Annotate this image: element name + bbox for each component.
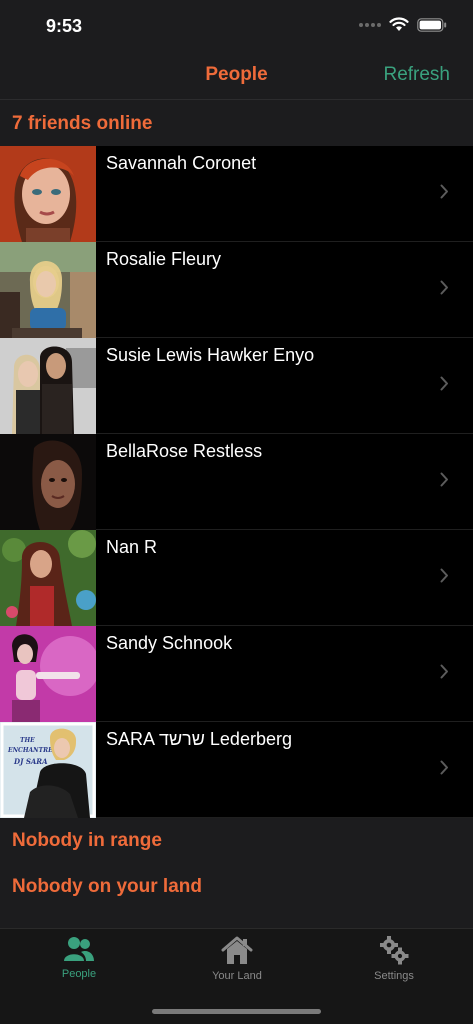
dj-sara-avatar: THE ENCHANTRESS DJ SARA (0, 722, 96, 818)
friend-name: SARA שרשד Lederberg (106, 729, 292, 749)
chevron-right-icon (440, 568, 448, 583)
section-header-on-land: Nobody on your land (0, 864, 473, 910)
friend-name: BellaRose Restless (106, 441, 263, 461)
friend-row[interactable]: Nan R (0, 530, 473, 626)
woman-in-garden-avatar (0, 530, 96, 626)
status-bar: 9:53 (0, 0, 473, 52)
house-icon (221, 936, 253, 964)
couple-avatar (0, 338, 96, 434)
friend-name: Rosalie Fleury (106, 249, 222, 269)
gears-icon (380, 936, 409, 965)
friend-name: Nan R (106, 537, 158, 557)
chevron-right-icon (440, 472, 448, 487)
navigation-bar: People Refresh (0, 52, 473, 100)
battery-icon (417, 17, 447, 32)
friend-row[interactable]: Rosalie Fleury (0, 242, 473, 338)
chevron-right-icon (440, 664, 448, 679)
tab-label-people: People (61, 968, 97, 980)
chevron-right-icon (440, 376, 448, 391)
tab-label-your-land: Your Land (212, 970, 262, 982)
section-title-on-land: Nobody on your land (12, 876, 202, 897)
status-time: 9:53 (46, 16, 83, 36)
dj-logo-line3: DJ SARA (13, 757, 48, 766)
friend-row[interactable]: Susie Lewis Hawker Enyo (0, 338, 473, 434)
section-header-in-range: Nobody in range (0, 818, 473, 864)
blonde-woman-seated-avatar (0, 242, 96, 338)
friend-name: Sandy Schnook (106, 633, 233, 653)
dark-haired-woman-avatar (0, 434, 96, 530)
friend-name: Savannah Coronet (106, 153, 257, 173)
tab-label-settings: Settings (374, 970, 414, 982)
friend-row[interactable]: BellaRose Restless (0, 434, 473, 530)
home-indicator[interactable] (152, 1009, 321, 1014)
chevron-right-icon (440, 184, 448, 199)
red-haired-woman-avatar (0, 146, 96, 242)
friend-row[interactable]: Savannah Coronet (0, 146, 473, 242)
friend-row[interactable]: Sandy Schnook (0, 626, 473, 722)
woman-pink-background-avatar (0, 626, 96, 722)
dj-logo-line1: THE (20, 737, 35, 744)
refresh-button[interactable]: Refresh (383, 64, 450, 86)
status-icons (359, 17, 447, 32)
signal-icon (359, 22, 381, 27)
friend-row[interactable]: THE ENCHANTRESS DJ SARA SARA שרשד Lederb… (0, 722, 473, 818)
section-title-online: 7 friends online (12, 113, 153, 134)
tab-people[interactable]: People (0, 935, 158, 995)
tab-settings[interactable]: Settings (315, 935, 473, 995)
people-icon (64, 937, 94, 961)
tab-your-land[interactable]: Your Land (158, 935, 316, 995)
chevron-right-icon (440, 760, 448, 775)
section-title-in-range: Nobody in range (12, 830, 162, 851)
chevron-right-icon (440, 280, 448, 295)
friends-list: Savannah Coronet Rosalie Fleury Susie Le… (0, 146, 473, 818)
section-header-online: 7 friends online (0, 101, 473, 147)
friend-name: Susie Lewis Hawker Enyo (106, 345, 315, 365)
wifi-icon (389, 17, 409, 31)
